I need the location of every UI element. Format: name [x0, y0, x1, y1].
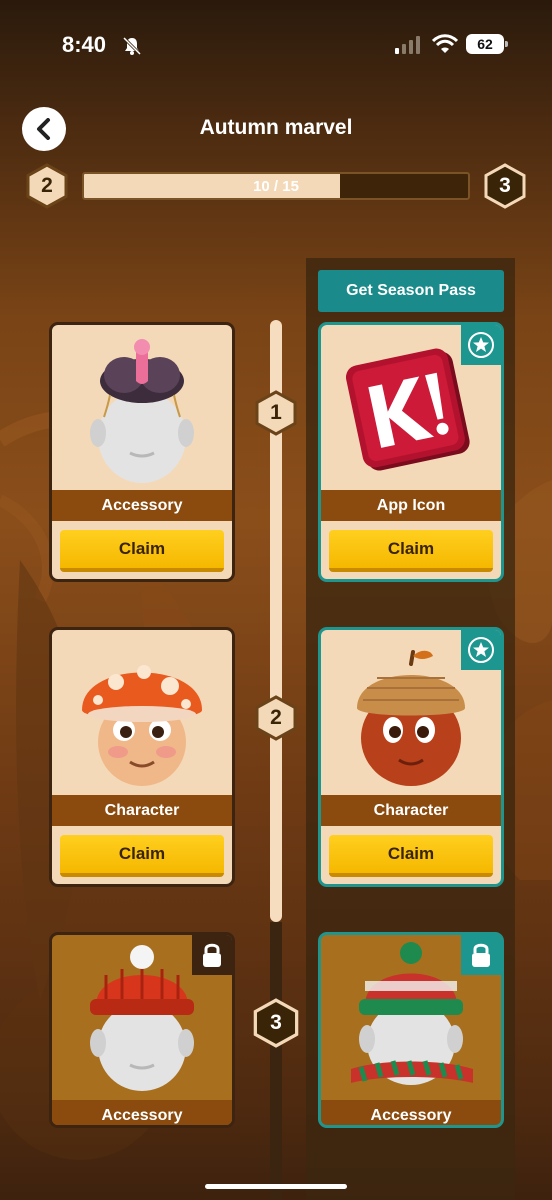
level-marker-number: 2	[270, 706, 282, 729]
status-bar: 8:40 62	[0, 30, 552, 62]
level-marker-2: 2	[253, 695, 299, 741]
reward-type-label: Accessory	[52, 490, 232, 521]
premium-star-badge	[461, 325, 501, 365]
locked-badge	[192, 935, 232, 975]
cellular-signal-icon	[395, 36, 420, 54]
silent-bell-icon	[122, 36, 142, 56]
level-marker-3: 3	[251, 998, 301, 1048]
current-level-number: 2	[41, 174, 53, 197]
current-level-badge: 2	[24, 163, 70, 209]
lock-icon	[203, 943, 221, 967]
progress-text: 10 / 15	[253, 177, 299, 195]
level-marker-number: 3	[270, 1011, 282, 1034]
reward-card-level2-premium[interactable]: Character Claim	[318, 627, 504, 887]
status-time: 8:40	[62, 32, 107, 57]
mushroom-character-image	[82, 665, 202, 786]
reward-card-level3-premium[interactable]: Accessory	[318, 932, 504, 1128]
home-indicator[interactable]	[205, 1184, 347, 1189]
level-marker-1: 1	[253, 390, 299, 436]
reward-card-level3-free[interactable]: Accessory	[49, 932, 235, 1128]
battery-indicator: 62	[466, 34, 508, 54]
reward-card-level2-free[interactable]: Character Claim	[49, 627, 235, 887]
star-icon	[468, 332, 494, 358]
level-progress-bar: 10 / 15	[82, 172, 470, 200]
next-level-badge: 3	[482, 163, 528, 209]
wifi-icon	[432, 34, 458, 53]
progress-track-locked	[270, 922, 282, 1200]
claim-button[interactable]: Claim	[329, 835, 493, 877]
claim-button[interactable]: Claim	[60, 530, 224, 572]
claim-button[interactable]: Claim	[329, 530, 493, 572]
next-level-number: 3	[499, 174, 511, 197]
claim-button[interactable]: Claim	[60, 835, 224, 877]
reward-type-label: Accessory	[52, 1100, 232, 1125]
locked-badge	[461, 935, 501, 975]
level-marker-number: 1	[270, 401, 282, 424]
page-title: Autumn marvel	[199, 116, 353, 139]
premium-star-badge	[461, 630, 501, 670]
reward-type-label: Accessory	[321, 1100, 501, 1125]
star-icon	[468, 637, 494, 663]
lock-icon	[472, 943, 490, 967]
reward-card-level1-free[interactable]: Accessory Claim	[49, 322, 235, 582]
reward-type-label: Character	[321, 795, 501, 826]
reward-type-label: Character	[52, 795, 232, 826]
reward-card-level1-premium[interactable]: App Icon Claim	[318, 322, 504, 582]
get-season-pass-button[interactable]: Get Season Pass	[318, 270, 504, 312]
reward-type-label: App Icon	[321, 490, 501, 521]
turkey-hat-accessory-image	[90, 339, 194, 483]
